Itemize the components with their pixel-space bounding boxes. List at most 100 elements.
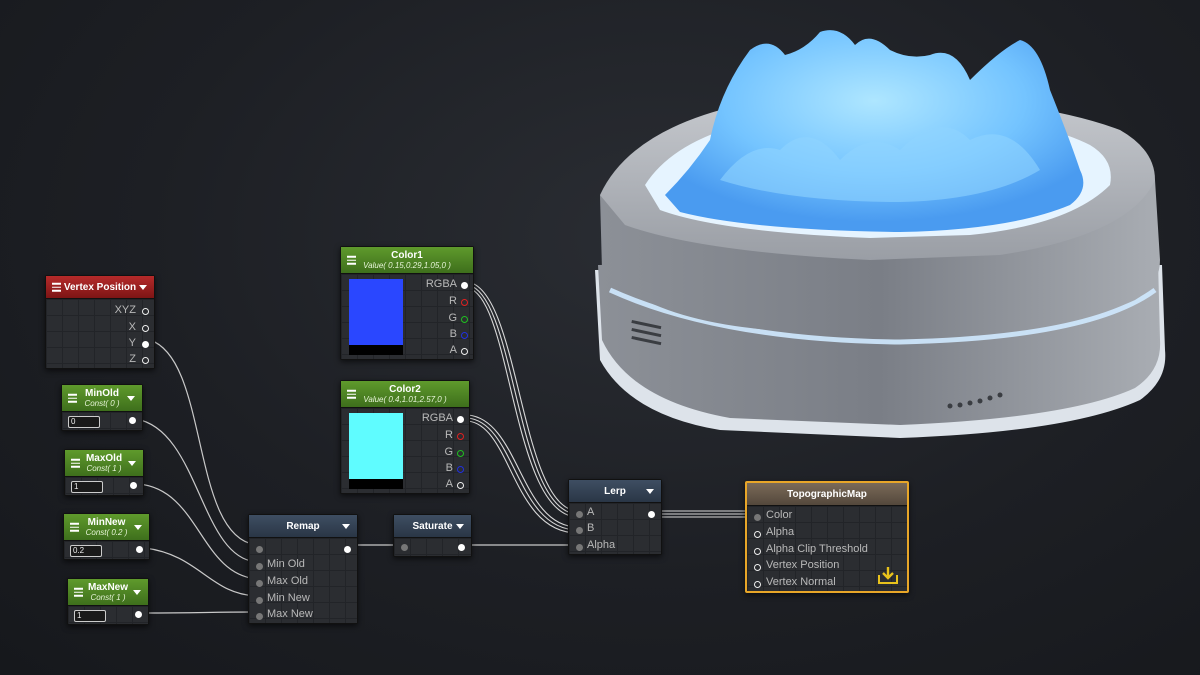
input-port-color[interactable] xyxy=(754,514,761,521)
output-port[interactable] xyxy=(129,417,136,424)
min-new-node[interactable]: MinNew Const( 0.2 ) 0.2 xyxy=(63,513,150,560)
collapse-arrow-icon[interactable] xyxy=(456,524,464,529)
topographic-map-header[interactable]: TopographicMap xyxy=(747,483,907,506)
vertex-position-header[interactable]: Vertex Position xyxy=(46,276,154,299)
menu-icon[interactable] xyxy=(52,281,61,294)
output-port-b[interactable] xyxy=(457,466,464,473)
max-new-node[interactable]: MaxNew Const( 1 ) 1 xyxy=(67,578,149,625)
output-label-xyz: XYZ xyxy=(114,304,136,316)
node-title: Color2 xyxy=(389,384,421,395)
color1-header[interactable]: Color1 Value( 0.15,0.29,1.05,0 ) xyxy=(341,247,473,274)
collapse-arrow-icon[interactable] xyxy=(646,489,654,494)
collapse-arrow-icon[interactable] xyxy=(342,524,350,529)
output-port-rgba[interactable] xyxy=(461,282,468,289)
menu-icon[interactable] xyxy=(68,392,77,405)
menu-icon[interactable] xyxy=(347,254,356,267)
menu-icon[interactable] xyxy=(70,521,79,534)
input-port-max-old[interactable] xyxy=(256,580,263,587)
node-title: Color1 xyxy=(391,250,423,261)
remap-node[interactable]: Remap Min Old Max Old Min New Max New xyxy=(248,514,358,624)
download-icon[interactable] xyxy=(877,565,899,585)
color-swatch[interactable] xyxy=(349,413,403,479)
node-title: Saturate xyxy=(412,520,453,532)
input-port-a[interactable] xyxy=(576,511,583,518)
output-port[interactable] xyxy=(135,611,142,618)
output-label-rgba: RGBA xyxy=(425,278,457,290)
input-port-alpha[interactable] xyxy=(754,531,761,538)
menu-icon[interactable] xyxy=(74,586,83,599)
output-port-a[interactable] xyxy=(457,482,464,489)
input-port-min-new[interactable] xyxy=(256,597,263,604)
node-title: Lerp xyxy=(604,485,626,497)
vertex-position-node[interactable]: Vertex Position XYZ X Y Z xyxy=(45,275,155,369)
remap-header[interactable]: Remap xyxy=(249,515,357,538)
node-subtitle: Const( 1 ) xyxy=(86,464,122,473)
topographic-map-master-node[interactable]: TopographicMap Color Alpha Alpha Clip Th… xyxy=(745,481,909,593)
color-swatch[interactable] xyxy=(349,279,403,345)
output-port[interactable] xyxy=(648,511,655,518)
output-port-r[interactable] xyxy=(461,299,468,306)
output-port-rgba[interactable] xyxy=(457,416,464,423)
node-subtitle: Value( 0.15,0.29,1.05,0 ) xyxy=(363,261,451,270)
input-port-vertex-position[interactable] xyxy=(754,564,761,571)
menu-icon[interactable] xyxy=(71,457,80,470)
input-port-min-old[interactable] xyxy=(256,563,263,570)
input-port-alpha[interactable] xyxy=(576,544,583,551)
output-port-z[interactable] xyxy=(142,357,149,364)
min-old-node[interactable]: MinOld Const( 0 ) 0 xyxy=(61,384,143,431)
node-title: Remap xyxy=(286,520,320,532)
color1-node[interactable]: Color1 Value( 0.15,0.29,1.05,0 ) RGBA R … xyxy=(340,246,474,360)
max-old-node[interactable]: MaxOld Const( 1 ) 1 xyxy=(64,449,144,496)
max-old-header[interactable]: MaxOld Const( 1 ) xyxy=(65,450,143,477)
input-port-value[interactable] xyxy=(256,546,263,553)
output-port-b[interactable] xyxy=(461,332,468,339)
value-field[interactable]: 0 xyxy=(68,416,100,428)
node-title: MaxOld xyxy=(85,453,123,464)
lerp-node[interactable]: Lerp A B Alpha xyxy=(568,479,662,555)
wire-minold-remap xyxy=(135,418,259,563)
output-port-g[interactable] xyxy=(461,316,468,323)
output-port[interactable] xyxy=(344,546,351,553)
output-label-x: X xyxy=(128,321,136,333)
node-subtitle: Const( 0 ) xyxy=(84,399,120,408)
output-label-a: A xyxy=(449,344,457,356)
output-port-y[interactable] xyxy=(142,341,149,348)
input-port[interactable] xyxy=(401,544,408,551)
max-new-header[interactable]: MaxNew Const( 1 ) xyxy=(68,579,148,606)
color2-header[interactable]: Color2 Value( 0.4,1.01,2.57,0 ) xyxy=(341,381,469,408)
value-field[interactable]: 0.2 xyxy=(70,545,102,557)
node-title: Vertex Position xyxy=(63,281,137,293)
output-port-x[interactable] xyxy=(142,325,149,332)
input-port-b[interactable] xyxy=(576,527,583,534)
saturate-node[interactable]: Saturate xyxy=(393,514,472,557)
color2-node[interactable]: Color2 Value( 0.4,1.01,2.57,0 ) RGBA R G… xyxy=(340,380,470,494)
collapse-arrow-icon[interactable] xyxy=(133,590,141,595)
input-port-max-new[interactable] xyxy=(256,613,263,620)
output-port[interactable] xyxy=(458,544,465,551)
value-field[interactable]: 1 xyxy=(71,481,103,493)
collapse-arrow-icon[interactable] xyxy=(134,525,142,530)
output-port-xyz[interactable] xyxy=(142,308,149,315)
collapse-arrow-icon[interactable] xyxy=(139,285,147,290)
value-field[interactable]: 1 xyxy=(74,610,106,622)
output-port-g[interactable] xyxy=(457,450,464,457)
output-label-r: R xyxy=(449,295,457,307)
output-port[interactable] xyxy=(136,546,143,553)
collapse-arrow-icon[interactable] xyxy=(128,461,136,466)
input-port-vertex-normal[interactable] xyxy=(754,581,761,588)
input-port-alpha-clip[interactable] xyxy=(754,548,761,555)
output-port-r[interactable] xyxy=(457,433,464,440)
min-old-header[interactable]: MinOld Const( 0 ) xyxy=(62,385,142,412)
input-label-alpha: Alpha xyxy=(766,526,795,538)
output-port[interactable] xyxy=(130,482,137,489)
output-label-g: G xyxy=(448,312,457,324)
output-port-a[interactable] xyxy=(461,348,468,355)
wire-minnew-remap xyxy=(144,547,259,597)
saturate-header[interactable]: Saturate xyxy=(394,515,471,538)
menu-icon[interactable] xyxy=(347,388,356,401)
collapse-arrow-icon[interactable] xyxy=(127,396,135,401)
node-subtitle: Const( 0.2 ) xyxy=(85,528,128,537)
node-subtitle: Value( 0.4,1.01,2.57,0 ) xyxy=(363,395,447,404)
min-new-header[interactable]: MinNew Const( 0.2 ) xyxy=(64,514,149,541)
lerp-header[interactable]: Lerp xyxy=(569,480,661,503)
